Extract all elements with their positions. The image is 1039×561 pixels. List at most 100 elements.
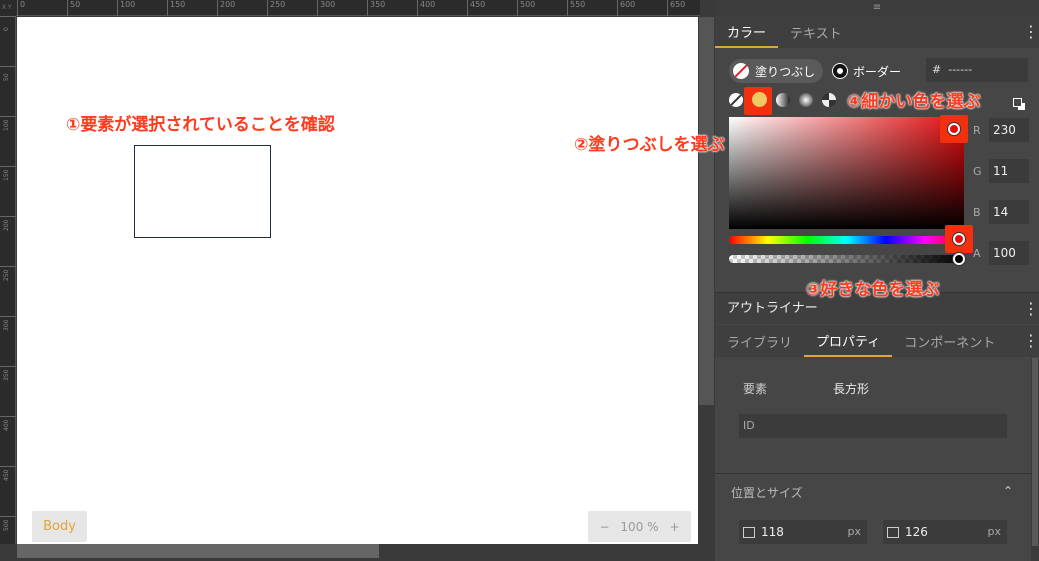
ruler-tick: 450 [467, 0, 485, 16]
design-canvas[interactable] [17, 17, 698, 544]
section-divider [715, 473, 1031, 474]
green-field[interactable]: G 11 [973, 159, 1029, 183]
hue-handle[interactable] [953, 233, 965, 245]
ruler-corner: X Y [0, 0, 16, 16]
ruler-tick: 550 [567, 0, 585, 16]
blue-field[interactable]: B 14 [973, 200, 1029, 224]
canvas-horizontal-scrollbar[interactable] [17, 544, 715, 561]
position-size-title[interactable]: 位置とサイズ [731, 484, 803, 501]
selected-rectangle[interactable] [134, 145, 271, 238]
properties-scrollbar[interactable] [1031, 358, 1039, 561]
border-ring-icon [833, 64, 847, 78]
alpha-slider[interactable] [729, 255, 964, 263]
tab-properties[interactable]: プロパティ [804, 325, 893, 357]
linear-gradient-icon[interactable] [776, 92, 790, 107]
tab-color[interactable]: カラー [715, 16, 779, 48]
swap-colors-icon[interactable] [1013, 98, 1025, 110]
more-icon[interactable]: ⋮ [1023, 325, 1039, 357]
fill-label: 塗りつぶし [755, 64, 816, 79]
ruler-tick: 500 [0, 516, 16, 561]
tab-library[interactable]: ライブラリ [715, 325, 804, 357]
body-breadcrumb-button[interactable]: Body [32, 511, 87, 542]
panel-drag-handle[interactable]: ≡ [715, 0, 1039, 16]
hex-input[interactable]: # ------ [926, 58, 1028, 82]
ruler-tick: 300 [0, 316, 16, 366]
ruler-tick: 300 [317, 0, 335, 16]
ruler-tick: 250 [267, 0, 285, 16]
fill-type-options [729, 92, 836, 107]
more-icon[interactable]: ⋮ [1023, 293, 1039, 325]
red-field[interactable]: R 230 [973, 118, 1029, 142]
ruler-tick: 200 [217, 0, 235, 16]
image-fill-icon[interactable] [822, 92, 836, 107]
id-input[interactable]: ID [739, 414, 1007, 438]
ruler-tick: 100 [117, 0, 135, 16]
alpha-label: A [973, 246, 981, 260]
no-fill-icon[interactable] [729, 92, 743, 107]
element-type-value: 長方形 [833, 382, 870, 396]
x-value: 118 [761, 525, 784, 539]
sv-handle[interactable] [948, 123, 960, 135]
element-type-label: 要素 [743, 382, 768, 396]
ruler-left: 0 50 100 150 200 250 300 350 400 450 500 [0, 16, 16, 544]
ruler-tick: 400 [0, 416, 16, 466]
zoom-unit: % [647, 519, 659, 534]
ruler-tick: 50 [0, 66, 16, 116]
ruler-tick: 150 [0, 166, 16, 216]
y-position-field[interactable]: 126 px [883, 520, 1007, 544]
ruler-tick: 400 [417, 0, 435, 16]
zoom-value[interactable]: 100 % [620, 520, 658, 534]
annotation-step-1: ①要素が選択されていることを確認 [66, 115, 335, 135]
blue-value[interactable]: 14 [989, 200, 1029, 224]
collapse-chevron-icon[interactable]: ⌃ [1003, 484, 1013, 498]
ruler-top: 0 50 100 150 200 250 300 350 400 450 500 550 600 650 [0, 0, 700, 16]
zoom-control: − 100 % + [588, 511, 691, 542]
more-icon[interactable]: ⋮ [1023, 16, 1039, 48]
property-tabs: ライブラリ プロパティ コンポーネント ⋮ [715, 325, 1039, 357]
zoom-in-button[interactable]: + [669, 520, 679, 534]
annotation-step-4: ④細かい色を選ぶ [847, 92, 981, 112]
alpha-field[interactable]: A 100 [973, 241, 1029, 265]
alpha-value[interactable]: 100 [989, 241, 1029, 265]
green-label: G [973, 164, 982, 178]
radial-gradient-icon[interactable] [799, 92, 813, 107]
red-value[interactable]: 230 [989, 118, 1029, 142]
tab-text[interactable]: テキスト [778, 16, 854, 48]
no-fill-icon [733, 63, 749, 79]
scrollbar-thumb[interactable] [1032, 358, 1038, 546]
annotation-step-2: ②塗りつぶしを選ぶ [574, 135, 725, 155]
ruler-tick: 350 [0, 366, 16, 416]
ruler-tick: 500 [517, 0, 535, 16]
canvas-vertical-scrollbar[interactable] [699, 17, 714, 544]
saturation-value-picker[interactable] [729, 117, 964, 229]
ruler-tick: 50 [67, 0, 80, 16]
outliner-title: アウトライナー [727, 301, 818, 316]
tab-components[interactable]: コンポーネント [892, 325, 1007, 357]
color-tabs: カラー テキスト ⋮ [715, 16, 1039, 48]
blue-label: B [973, 205, 981, 219]
ruler-tick: 350 [367, 0, 385, 16]
x-unit: px [847, 525, 862, 538]
scrollbar-thumb[interactable] [699, 17, 714, 405]
x-position-field[interactable]: 118 px [739, 520, 867, 544]
solid-fill-icon[interactable] [752, 92, 767, 107]
y-value: 126 [905, 525, 928, 539]
alpha-handle[interactable] [953, 253, 965, 265]
fill-toggle-button[interactable]: 塗りつぶし [729, 59, 823, 83]
green-value[interactable]: 11 [989, 159, 1029, 183]
y-position-icon [887, 526, 899, 538]
border-toggle-button[interactable]: ボーダー [833, 59, 923, 83]
x-position-icon [743, 526, 755, 538]
hex-value: ------ [948, 63, 973, 76]
app-root: 0 50 100 150 200 250 300 350 400 450 500 550 600 650 … [0, 0, 1039, 561]
hex-prefix: # [932, 63, 942, 76]
zoom-out-button[interactable]: − [599, 520, 609, 534]
scrollbar-thumb[interactable] [17, 544, 379, 558]
ruler-tick: 100 [0, 116, 16, 166]
y-unit: px [987, 525, 1002, 538]
annotation-step-3: ③好きな色を選ぶ [806, 280, 940, 300]
ruler-tick: 200 [0, 216, 16, 266]
ruler-tick: 650 [667, 0, 685, 16]
red-label: R [973, 123, 981, 137]
hue-slider[interactable] [729, 236, 964, 244]
